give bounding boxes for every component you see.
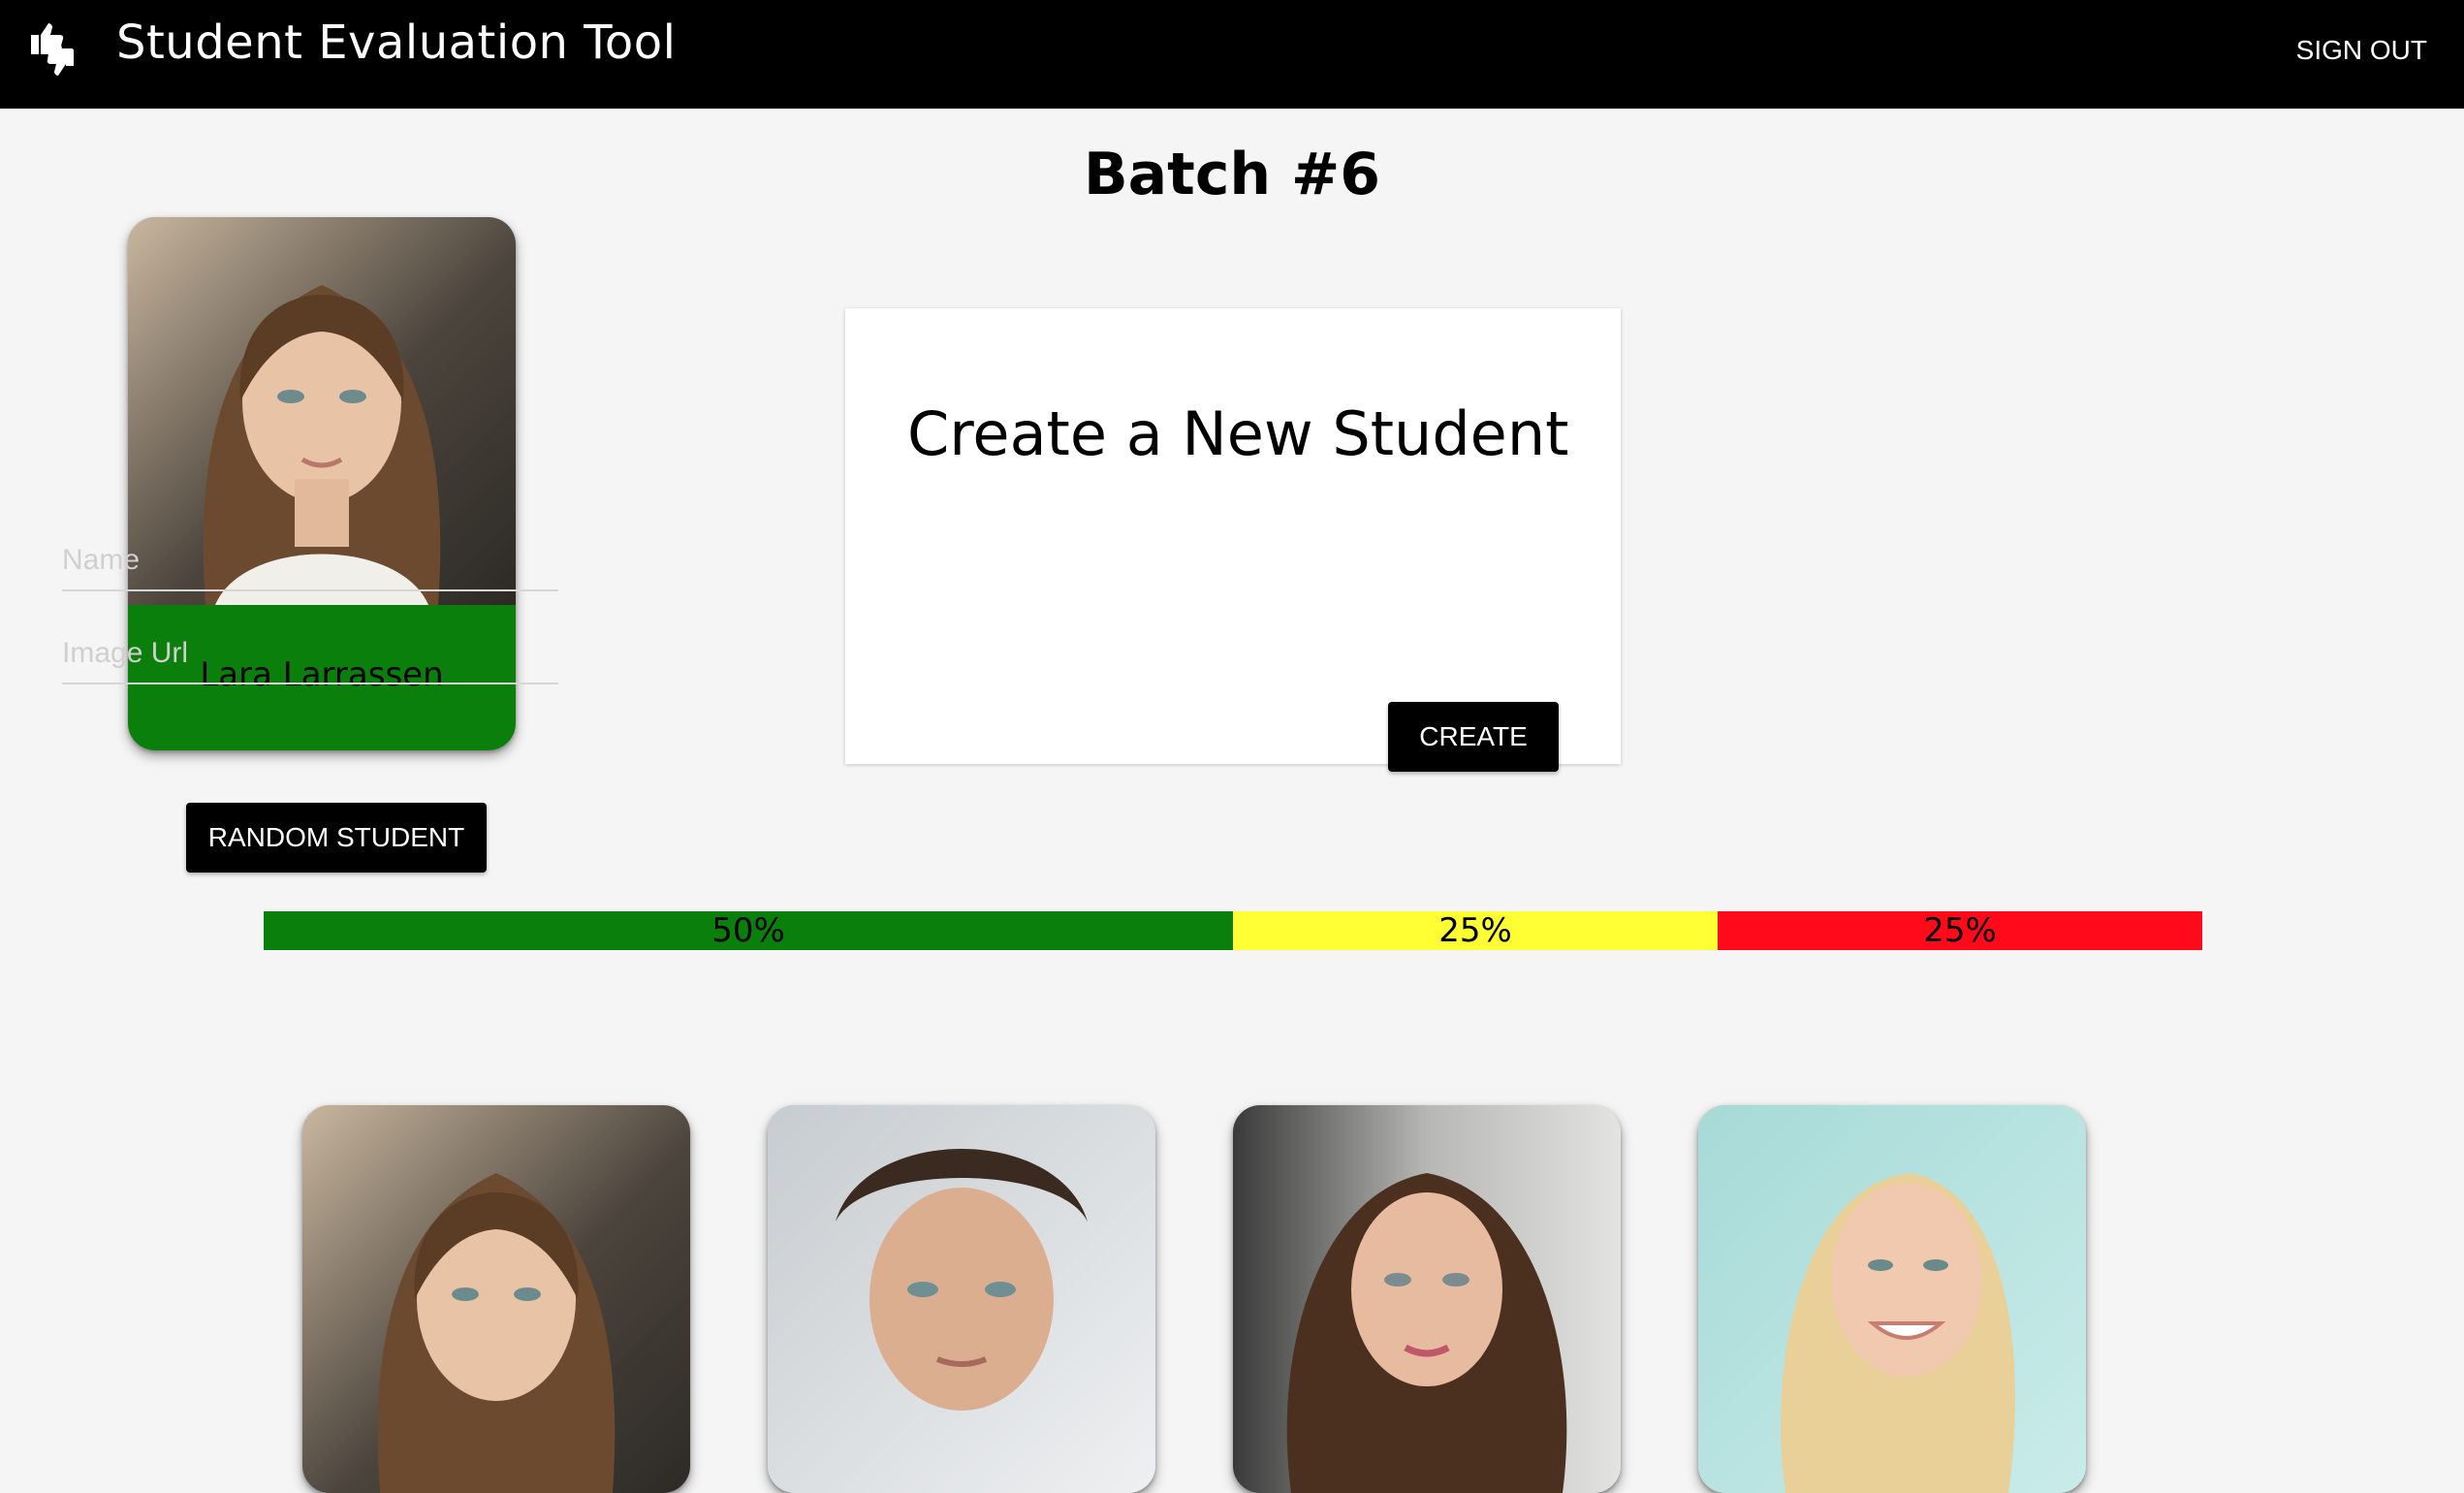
thumbs-up-down-icon[interactable] xyxy=(27,21,81,76)
student-portrait-icon xyxy=(302,1105,690,1493)
sign-out-button[interactable]: SIGN OUT xyxy=(2296,29,2427,72)
progress-segment-red: 25% xyxy=(1718,911,2202,950)
student-card[interactable] xyxy=(1233,1105,1621,1493)
progress-segment-green: 50% xyxy=(264,911,1233,950)
student-portrait-icon xyxy=(1233,1105,1621,1493)
random-student-button[interactable]: RANDOM STUDENT xyxy=(186,803,487,873)
image-url-input[interactable] xyxy=(62,624,558,684)
evaluation-progress-bar: 50% 25% 25% xyxy=(264,911,2202,950)
app-title: Student Evaluation Tool xyxy=(116,16,677,70)
student-card[interactable] xyxy=(1698,1105,2086,1493)
form-heading: Create a New Student xyxy=(907,398,1569,469)
create-button[interactable]: CREATE xyxy=(1388,702,1559,772)
create-student-form: Create a New Student xyxy=(845,308,1621,764)
student-portrait-icon xyxy=(768,1105,1155,1493)
student-portrait-icon xyxy=(1698,1105,2086,1493)
name-input[interactable] xyxy=(62,531,558,591)
student-card[interactable] xyxy=(302,1105,690,1493)
page-title: Batch #6 xyxy=(1083,141,1381,208)
progress-segment-yellow: 25% xyxy=(1233,911,1718,950)
student-card[interactable] xyxy=(768,1105,1155,1493)
app-bar: Student Evaluation Tool SIGN OUT xyxy=(0,0,2464,109)
